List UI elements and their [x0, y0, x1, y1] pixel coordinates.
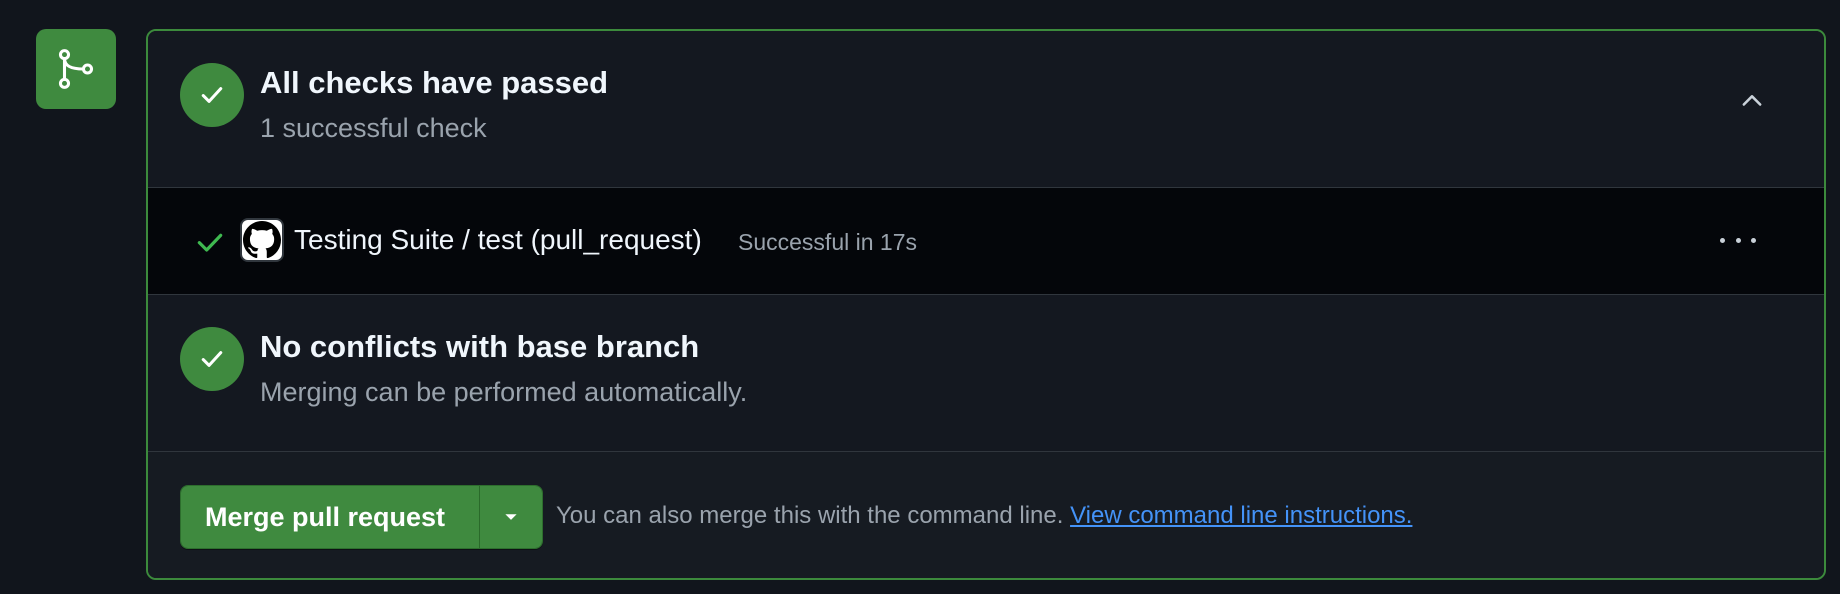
merge-note: You can also merge this with the command… — [556, 502, 1412, 530]
conflicts-section: No conflicts with base branch Merging ca… — [148, 295, 1824, 451]
conflicts-title: No conflicts with base branch — [260, 329, 700, 364]
merge-section: Merge pull request You can also merge th… — [148, 451, 1824, 578]
merge-status-box: All checks have passed 1 successful chec… — [146, 29, 1826, 580]
git-merge-icon — [36, 29, 116, 109]
chevron-up-icon[interactable] — [1738, 87, 1766, 115]
conflicts-subtitle: Merging can be performed automatically. — [260, 377, 748, 407]
merge-pull-request-button[interactable]: Merge pull request — [181, 486, 479, 548]
kebab-horizontal-icon[interactable] — [1720, 232, 1756, 248]
check-icon — [180, 327, 244, 391]
merge-options-dropdown[interactable] — [479, 486, 542, 548]
command-line-instructions-link[interactable]: View command line instructions. — [1070, 502, 1412, 529]
merge-button-group: Merge pull request — [180, 485, 543, 549]
merge-note-text: You can also merge this with the command… — [556, 502, 1064, 529]
check-icon — [197, 233, 223, 252]
triangle-down-icon — [505, 514, 517, 520]
checks-subtitle: 1 successful check — [260, 113, 487, 143]
check-run-name[interactable]: Testing Suite / test (pull_request) — [294, 224, 702, 256]
check-icon — [180, 63, 244, 127]
github-logo-icon — [240, 218, 284, 262]
check-run-row[interactable]: Testing Suite / test (pull_request) Succ… — [148, 187, 1824, 295]
checks-section: All checks have passed 1 successful chec… — [148, 31, 1824, 187]
check-run-status: Successful in 17s — [738, 229, 917, 255]
checks-title: All checks have passed — [260, 65, 609, 100]
